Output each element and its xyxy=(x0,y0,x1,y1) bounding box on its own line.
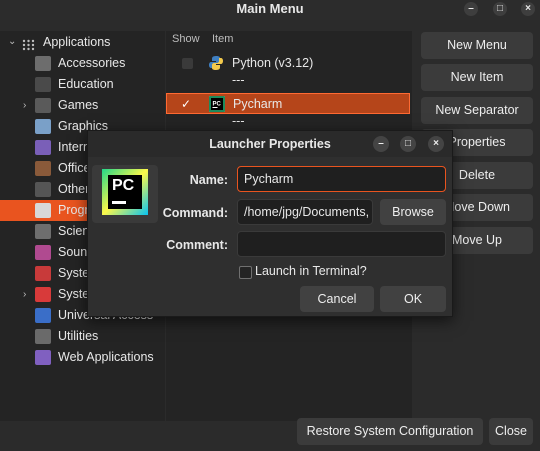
name-field[interactable]: Pycharm xyxy=(237,166,446,192)
tree-item-label: Education xyxy=(58,77,114,91)
pycharm-logo-icon: PC xyxy=(102,169,148,215)
checkmark-icon[interactable]: ✓ xyxy=(181,94,191,115)
cancel-button[interactable]: Cancel xyxy=(300,286,374,312)
science-icon xyxy=(35,224,51,239)
launch-terminal-checkbox[interactable] xyxy=(239,266,252,279)
main-window-titlebar: Main Menu – □ × xyxy=(0,0,540,20)
svg-text:PC: PC xyxy=(213,102,222,108)
tree-item-label: Other xyxy=(58,182,90,196)
list-item[interactable]: --- xyxy=(166,73,410,95)
applications-grid-icon xyxy=(22,36,35,51)
dialog-minimize-button[interactable]: – xyxy=(373,136,389,152)
close-button[interactable]: Close xyxy=(489,418,533,445)
new-item-button[interactable]: New Item xyxy=(421,64,533,91)
utilities-icon xyxy=(35,329,51,344)
python-icon xyxy=(208,55,224,71)
tree-item-web-applications[interactable]: Web Applications xyxy=(0,347,165,368)
games-icon xyxy=(35,98,51,113)
office-icon xyxy=(35,161,51,176)
launcher-properties-dialog: Launcher Properties – □ × PC Name: Pycha… xyxy=(87,130,453,317)
new-menu-button[interactable]: New Menu xyxy=(421,32,533,59)
dialog-maximize-button[interactable]: □ xyxy=(400,136,416,152)
comment-label: Comment: xyxy=(166,238,228,252)
tree-item-label: Office xyxy=(58,161,91,175)
column-item-header[interactable]: Item xyxy=(212,33,233,45)
show-checkbox[interactable] xyxy=(182,58,193,69)
new-separator-button[interactable]: New Separator xyxy=(421,97,533,124)
column-show-header[interactable]: Show xyxy=(172,33,200,45)
dialog-close-button[interactable]: × xyxy=(428,136,444,152)
tree-item-label: Web Applications xyxy=(58,350,154,364)
ok-button[interactable]: OK xyxy=(380,286,446,312)
tree-item-games[interactable]: › Games xyxy=(0,95,165,116)
programming-icon xyxy=(35,203,51,218)
name-label: Name: xyxy=(189,173,228,187)
chevron-down-icon[interactable]: ⌄ xyxy=(8,31,16,53)
tree-item-accessories[interactable]: Accessories xyxy=(0,53,165,74)
dialog-title: Launcher Properties xyxy=(209,137,331,151)
browse-button[interactable]: Browse xyxy=(380,199,446,225)
close-window-button[interactable]: × xyxy=(521,2,535,16)
universal-access-icon xyxy=(35,308,51,323)
command-label: Command: xyxy=(162,206,228,220)
tree-item-label: Utilities xyxy=(58,329,99,343)
separator-label: --- xyxy=(232,114,245,128)
system-settings-icon xyxy=(35,287,51,302)
list-item-selected[interactable]: ✓ PC Pycharm xyxy=(166,93,410,114)
tree-root-label: Applications xyxy=(43,35,111,49)
sound-video-icon xyxy=(35,245,51,260)
tree-item-utilities[interactable]: Utilities xyxy=(0,326,165,347)
list-item[interactable]: Python (v3.12) xyxy=(166,53,410,74)
system-tools-icon xyxy=(35,266,51,281)
web-applications-icon xyxy=(35,350,51,365)
main-window-title: Main Menu xyxy=(236,1,304,16)
other-icon xyxy=(35,182,51,197)
tree-item-education[interactable]: Education xyxy=(0,74,165,95)
tree-item-label: Accessories xyxy=(58,56,126,70)
comment-field[interactable] xyxy=(237,231,446,257)
chevron-right-icon[interactable]: › xyxy=(23,284,26,305)
tree-root-applications[interactable]: ⌄ Applications xyxy=(0,31,165,53)
education-icon xyxy=(35,77,51,92)
command-field[interactable]: /home/jpg/Documents, xyxy=(237,199,373,225)
pycharm-logo-text: PC xyxy=(112,177,135,194)
restore-system-configuration-button[interactable]: Restore System Configuration xyxy=(297,418,483,445)
maximize-button[interactable]: □ xyxy=(493,2,507,16)
accessories-icon xyxy=(35,56,51,71)
internet-icon xyxy=(35,140,51,155)
graphics-icon xyxy=(35,119,51,134)
launch-terminal-label[interactable]: Launch in Terminal? xyxy=(255,264,367,278)
chevron-right-icon[interactable]: › xyxy=(23,95,26,116)
tree-item-label: Games xyxy=(58,98,99,112)
dialog-titlebar: Launcher Properties – □ × xyxy=(88,131,452,157)
minimize-button[interactable]: – xyxy=(464,2,478,16)
pycharm-icon: PC xyxy=(209,96,225,112)
separator-label: --- xyxy=(232,73,245,87)
